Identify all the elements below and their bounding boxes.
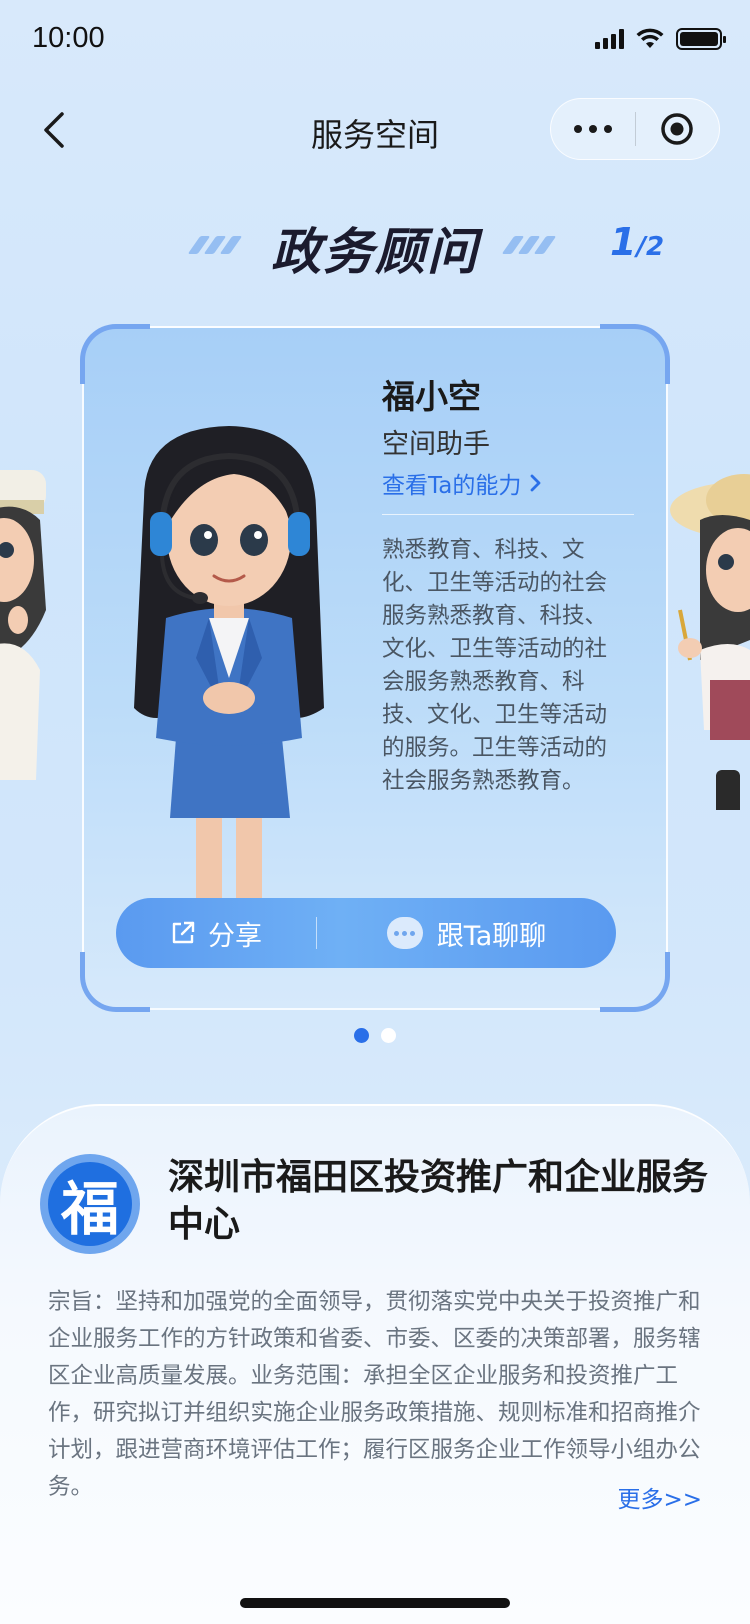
pager-dot[interactable] xyxy=(381,1028,396,1043)
status-icons xyxy=(595,28,726,50)
wifi-icon xyxy=(636,28,664,48)
view-ability-label: 查看Ta的能力 xyxy=(382,473,522,499)
heading-decoration-right xyxy=(501,236,557,254)
signal-icon xyxy=(595,29,624,49)
org-name: 深圳市福田区投资推广和企业服务中心 xyxy=(168,1157,709,1245)
share-button[interactable]: 分享 xyxy=(116,898,316,968)
org-logo-char: 福 xyxy=(48,1162,132,1246)
status-bar: 10:00 xyxy=(0,0,750,82)
card-corner xyxy=(80,324,150,384)
section-heading: 政务顾问 1/2 xyxy=(0,212,750,281)
chat-label: 跟Ta聊聊 xyxy=(436,920,547,952)
status-time: 10:00 xyxy=(32,22,105,54)
card-corner xyxy=(600,324,670,384)
org-description: 宗旨：坚持和加强党的全面领导，贯彻落实党中央关于投资推广和企业服务工作的方针政策… xyxy=(48,1289,701,1500)
view-ability-link[interactable]: 查看Ta的能力 xyxy=(382,466,543,500)
more-link[interactable]: 更多>> xyxy=(617,1480,702,1514)
more-dots-icon[interactable] xyxy=(551,98,635,160)
page-counter: 1/2 xyxy=(610,220,664,264)
share-label: 分享 xyxy=(208,920,262,952)
org-logo: 福 xyxy=(40,1154,140,1254)
chat-bubble-icon xyxy=(386,917,423,949)
org-info-panel: 福 深圳市福田区投资推广和企业服务中心 宗旨：坚持和加强党的全面领导，贯彻落实党… xyxy=(0,1104,750,1624)
page-current: 1 xyxy=(610,220,637,264)
home-indicator xyxy=(240,1598,510,1608)
prev-advisor-peek[interactable] xyxy=(0,460,90,800)
chat-button[interactable]: 跟Ta聊聊 xyxy=(317,898,616,968)
carousel-pager xyxy=(0,1028,750,1043)
chevron-right-icon xyxy=(530,474,541,492)
target-icon[interactable] xyxy=(636,98,720,160)
advisor-name: 福小空 xyxy=(382,377,481,416)
mini-program-capsule xyxy=(550,98,720,160)
prev-advisor-figure xyxy=(0,470,46,780)
card-action-bar: 分享 跟Ta聊聊 xyxy=(116,898,616,968)
advisor-card: 福小空 空间助手 查看Ta的能力 熟悉教育、科技、文化、卫生等活动的社会服务熟悉… xyxy=(80,324,670,1012)
advisor-avatar xyxy=(134,426,324,908)
next-advisor-figure xyxy=(670,474,750,810)
advisor-role: 空间助手 xyxy=(382,429,490,460)
nav-bar: 服务空间 xyxy=(0,90,750,170)
pager-dot-active[interactable] xyxy=(354,1028,369,1043)
next-advisor-peek[interactable] xyxy=(660,470,750,810)
advisor-description: 熟悉教育、科技、文化、卫生等活动的社会服务熟悉教育、科技、文化、卫生等活动的社会… xyxy=(382,537,608,794)
battery-icon xyxy=(676,28,726,50)
card-divider xyxy=(382,514,634,515)
page-total: /2 xyxy=(636,232,665,262)
share-icon xyxy=(172,921,195,944)
